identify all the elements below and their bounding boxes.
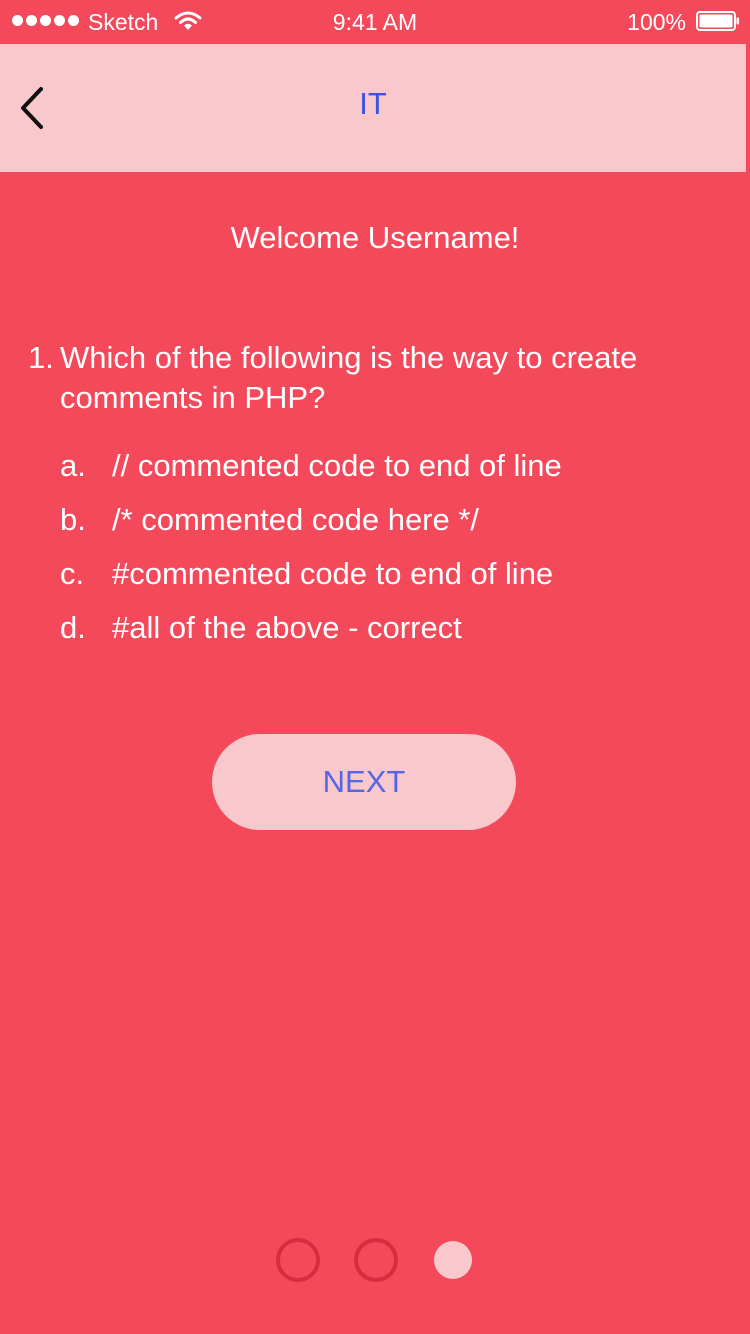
status-bar: Sketch 9:41 AM 100% — [0, 0, 750, 44]
page-dot-3-active[interactable] — [434, 1241, 472, 1279]
option-letter: a. — [60, 448, 86, 483]
question-line-2: comments in PHP? — [60, 380, 326, 415]
option-letter: c. — [60, 556, 85, 591]
page-indicator — [276, 1238, 476, 1282]
page-dot-1[interactable] — [276, 1238, 320, 1282]
answer-option-a[interactable]: a. // commented code to end of line — [60, 444, 720, 498]
question-text: 1. Which of the following is the way to c… — [28, 338, 718, 418]
option-text: /* commented code here */ — [112, 502, 480, 537]
answer-option-c[interactable]: c. #commented code to end of line — [60, 552, 720, 606]
option-text: #all of the above - correct — [112, 610, 462, 645]
option-text: // commented code to end of line — [112, 448, 562, 483]
question-line-1: Which of the following is the way to cre… — [60, 340, 638, 375]
question-number: 1. — [28, 340, 54, 375]
next-button[interactable]: NEXT — [212, 734, 516, 830]
navigation-bar: IT — [0, 44, 746, 172]
answer-options: a. // commented code to end of line b. /… — [60, 444, 720, 660]
option-letter: d. — [60, 610, 86, 645]
option-text: #commented code to end of line — [112, 556, 554, 591]
answer-option-b[interactable]: b. /* commented code here */ — [60, 498, 720, 552]
welcome-message: Welcome Username! — [230, 220, 520, 255]
answer-option-d[interactable]: d. #all of the above - correct — [60, 606, 720, 660]
battery-percentage: 100% — [627, 9, 686, 35]
option-letter: b. — [60, 502, 86, 537]
page-dot-2[interactable] — [354, 1238, 398, 1282]
battery-icon — [696, 11, 739, 31]
page-title: IT — [359, 86, 387, 121]
